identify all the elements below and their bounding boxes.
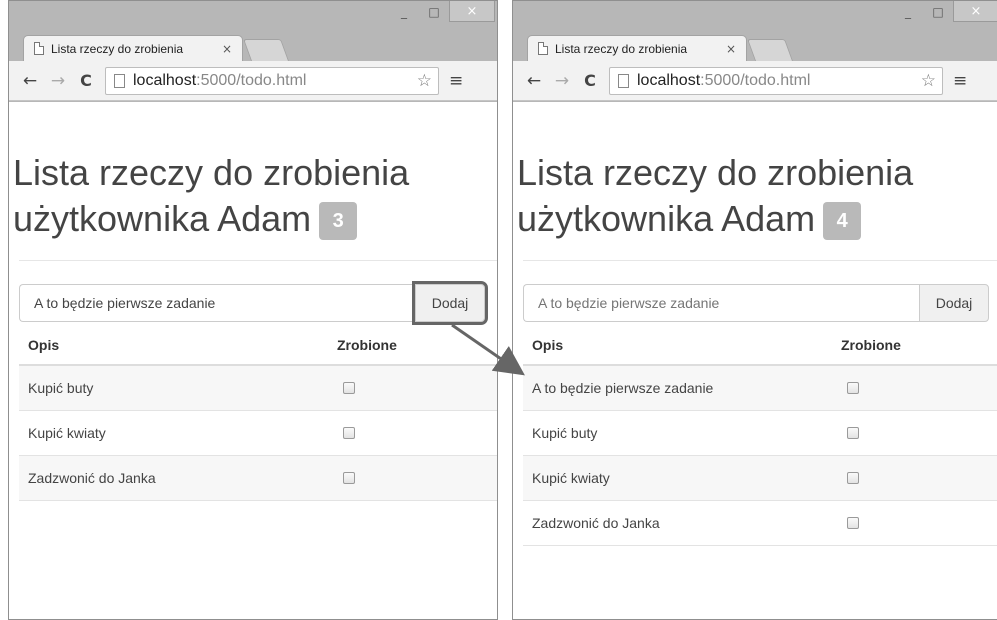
address-bar[interactable]: localhost:5000/todo.html ☆ — [609, 66, 943, 95]
table-row: Kupić kwiaty — [523, 456, 997, 501]
window-controls: _ □ × — [893, 1, 997, 23]
add-button[interactable]: Dodaj — [919, 284, 989, 322]
done-checkbox[interactable] — [343, 472, 355, 484]
url-host: localhost — [637, 71, 701, 89]
bookmark-star-icon[interactable]: ☆ — [921, 71, 936, 91]
reload-icon[interactable]: C — [75, 71, 97, 90]
browser-tab[interactable]: Lista rzeczy do zrobienia × — [527, 35, 747, 61]
reload-icon[interactable]: C — [579, 71, 601, 90]
menu-icon[interactable]: ≡ — [449, 71, 463, 91]
table-row: Kupić buty — [19, 366, 497, 411]
tab-title: Lista rzeczy do zrobienia — [51, 41, 184, 56]
task-input[interactable] — [523, 284, 919, 322]
forward-icon[interactable]: → — [551, 71, 573, 91]
column-header-done: Zrobione — [337, 337, 397, 353]
browser-window-after: _ □ × Lista rzeczy do zrobienia × ← → C … — [512, 0, 997, 620]
done-checkbox[interactable] — [847, 517, 859, 529]
browser-window-before: _ □ × Lista rzeczy do zrobienia × ← → C … — [8, 0, 498, 620]
browser-toolbar: ← → C localhost:5000/todo.html ☆ ≡ — [9, 61, 497, 101]
done-checkbox[interactable] — [847, 472, 859, 484]
table-row: Zadzwonić do Janka — [523, 501, 997, 546]
task-input[interactable] — [19, 284, 415, 322]
column-header-done: Zrobione — [841, 337, 901, 353]
bookmark-star-icon[interactable]: ☆ — [417, 71, 432, 91]
close-icon[interactable]: × — [953, 1, 997, 22]
divider — [523, 260, 997, 261]
minimize-icon[interactable]: _ — [389, 1, 419, 22]
address-bar[interactable]: localhost:5000/todo.html ☆ — [105, 66, 439, 95]
title-line-1: Lista rzeczy do zrobienia — [13, 152, 410, 193]
count-badge: 4 — [823, 202, 862, 241]
item-description: Kupić buty — [28, 380, 94, 396]
tab-title: Lista rzeczy do zrobienia — [555, 41, 688, 56]
page-icon — [34, 42, 44, 55]
tab-close-icon[interactable]: × — [726, 42, 736, 56]
item-description: Kupić kwiaty — [532, 470, 610, 486]
close-icon[interactable]: × — [449, 1, 495, 22]
column-header-description: Opis — [28, 337, 60, 353]
table-row: Kupić kwiaty — [19, 411, 497, 456]
page-content: Lista rzeczy do zrobienia użytkownika Ad… — [9, 102, 497, 619]
title-bar: _ □ × — [513, 1, 997, 35]
item-description: Zadzwonić do Janka — [532, 515, 660, 531]
browser-tab[interactable]: Lista rzeczy do zrobienia × — [23, 35, 243, 61]
title-line-2: użytkownika Adam — [517, 198, 816, 239]
page-content: Lista rzeczy do zrobienia użytkownika Ad… — [513, 102, 997, 619]
table-header: Opis Zrobione — [523, 326, 997, 366]
done-checkbox[interactable] — [847, 427, 859, 439]
add-task-form: Dodaj — [523, 284, 989, 322]
title-line-2: użytkownika Adam — [13, 198, 312, 239]
page-icon — [618, 73, 629, 88]
column-header-description: Opis — [532, 337, 564, 353]
table-row: A to będzie pierwsze zadanie — [523, 366, 997, 411]
title-bar: _ □ × — [9, 1, 497, 35]
count-badge: 3 — [319, 202, 358, 241]
table-row: Zadzwonić do Janka — [19, 456, 497, 501]
url-path: :5000/todo.html — [700, 71, 811, 89]
back-icon[interactable]: ← — [19, 71, 41, 91]
menu-icon[interactable]: ≡ — [953, 71, 967, 91]
page-title: Lista rzeczy do zrobienia użytkownika Ad… — [517, 150, 997, 242]
item-description: Kupić kwiaty — [28, 425, 106, 441]
minimize-icon[interactable]: _ — [893, 1, 923, 22]
back-icon[interactable]: ← — [523, 71, 545, 91]
maximize-icon[interactable]: □ — [419, 1, 449, 22]
forward-icon[interactable]: → — [47, 71, 69, 91]
done-checkbox[interactable] — [343, 382, 355, 394]
todo-table: Opis Zrobione A to będzie pierwsze zadan… — [523, 326, 997, 546]
new-tab-button[interactable] — [242, 39, 290, 61]
page-icon — [538, 42, 548, 55]
todo-table: Opis Zrobione Kupić buty Kupić kwiaty Za… — [19, 326, 497, 501]
url-host: localhost — [133, 71, 197, 89]
new-tab-button[interactable] — [746, 39, 794, 61]
window-controls: _ □ × — [389, 1, 495, 23]
tab-close-icon[interactable]: × — [222, 42, 232, 56]
url-path: :5000/todo.html — [196, 71, 307, 89]
maximize-icon[interactable]: □ — [923, 1, 953, 22]
title-line-1: Lista rzeczy do zrobienia — [517, 152, 914, 193]
item-description: A to będzie pierwsze zadanie — [532, 380, 714, 396]
divider — [19, 260, 497, 261]
item-description: Kupić buty — [532, 425, 598, 441]
item-description: Zadzwonić do Janka — [28, 470, 156, 486]
add-task-form: Dodaj — [19, 281, 488, 325]
page-title: Lista rzeczy do zrobienia użytkownika Ad… — [13, 150, 493, 242]
table-header: Opis Zrobione — [19, 326, 497, 366]
done-checkbox[interactable] — [343, 427, 355, 439]
done-checkbox[interactable] — [847, 382, 859, 394]
page-icon — [114, 73, 125, 88]
browser-toolbar: ← → C localhost:5000/todo.html ☆ ≡ — [513, 61, 997, 101]
table-row: Kupić buty — [523, 411, 997, 456]
add-button[interactable]: Dodaj — [412, 281, 488, 325]
